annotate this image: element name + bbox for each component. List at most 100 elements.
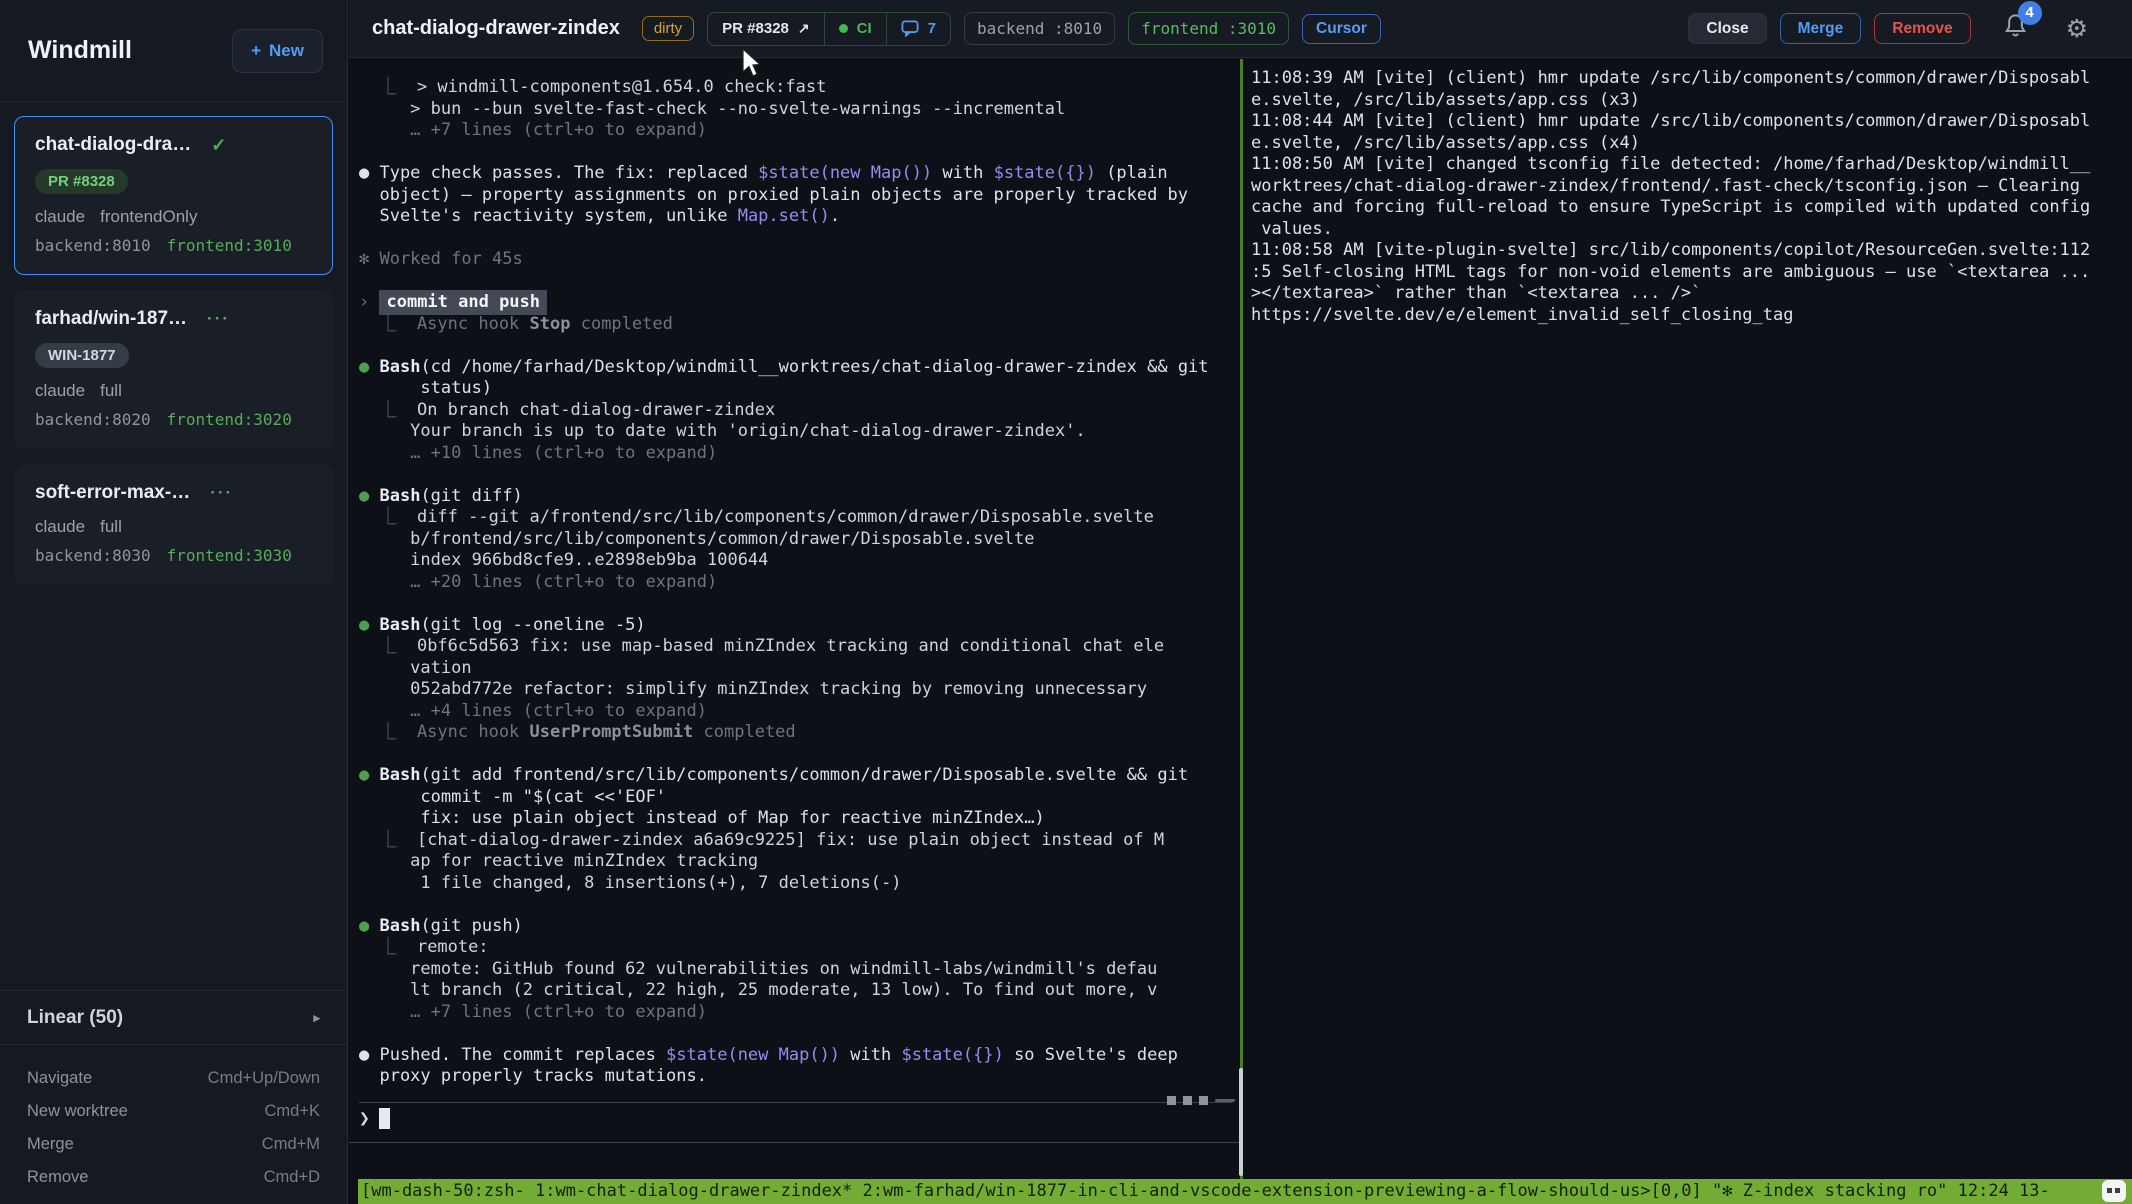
worktree-card-soft-error[interactable]: soft-error-max-… ··· claude full backend… bbox=[14, 464, 333, 585]
log-line: 11:08:39 AM [vite] (client) hmr update /… bbox=[1251, 68, 2132, 90]
ellipsis-icon[interactable]: ··· bbox=[210, 483, 233, 503]
ellipsis-icon[interactable]: ··· bbox=[207, 309, 230, 329]
pr-label: PR #8328 bbox=[722, 20, 789, 37]
plus-icon: + bbox=[251, 41, 261, 61]
notifications-button[interactable]: 4 bbox=[2002, 12, 2029, 46]
log-line: https://svelte.dev/e/element_invalid_sel… bbox=[1251, 305, 2132, 327]
frontend-port: frontend:3030 bbox=[167, 546, 292, 565]
shortcut-list: Navigate Cmd+Up/Down New worktree Cmd+K … bbox=[0, 1045, 347, 1204]
terminal-line: Svelte's reactivity system, unlike Map.s… bbox=[359, 206, 1240, 228]
terminal-line: Your branch is up to date with 'origin/c… bbox=[359, 421, 1240, 443]
linear-badge: WIN-1877 bbox=[35, 343, 129, 368]
terminal-line: fix: use plain object instead of Map for… bbox=[359, 808, 1240, 830]
terminal-line bbox=[359, 593, 1240, 615]
backend-port-badge[interactable]: backend :8010 bbox=[964, 12, 1115, 45]
status-bar-icon bbox=[2102, 1180, 2126, 1202]
worktree-meta: claude full bbox=[35, 381, 312, 401]
worktree-meta: claude full bbox=[35, 517, 312, 537]
linear-section-toggle[interactable]: Linear (50) ▸ bbox=[0, 990, 347, 1045]
terminal-line: ⎿ On branch chat-dialog-drawer-zindex bbox=[359, 400, 1240, 422]
sidebar-header: Windmill + New bbox=[0, 0, 347, 102]
terminal-line: proxy properly tracks mutations. bbox=[359, 1066, 1240, 1088]
linear-label: Linear (50) bbox=[27, 1007, 123, 1029]
log-line: worktrees/chat-dialog-drawer-zindex/fron… bbox=[1251, 176, 2132, 198]
pr-link-button[interactable]: PR #8328 ↗ bbox=[708, 13, 823, 45]
backend-port: backend:8010 bbox=[35, 236, 151, 255]
merge-button[interactable]: Merge bbox=[1780, 13, 1862, 44]
terminal-prompt[interactable]: ❯ bbox=[359, 1108, 390, 1129]
terminal-line bbox=[359, 142, 1240, 164]
claude-terminal-pane[interactable]: ⎿ > windmill-components@1.654.0 check:fa… bbox=[349, 59, 1240, 1204]
mode-label: frontendOnly bbox=[100, 207, 197, 227]
terminal-line: ● Pushed. The commit replaces $state(new… bbox=[359, 1045, 1240, 1067]
open-in-cursor-button[interactable]: Cursor bbox=[1302, 14, 1381, 44]
terminal-line: object) — property assignments on proxie… bbox=[359, 185, 1240, 207]
app-title: Windmill bbox=[28, 36, 132, 65]
page-title: chat-dialog-drawer-zindex bbox=[372, 17, 620, 40]
terminal-line: b/frontend/src/lib/components/common/dra… bbox=[359, 529, 1240, 551]
shortcut-keys: Cmd+D bbox=[264, 1168, 320, 1187]
terminal-line: … +20 lines (ctrl+o to expand) bbox=[359, 572, 1240, 594]
terminal-line: ⎿ > windmill-components@1.654.0 check:fa… bbox=[359, 77, 1240, 99]
terminal-line bbox=[359, 744, 1240, 766]
terminal-line: vation bbox=[359, 658, 1240, 680]
new-worktree-button[interactable]: + New bbox=[232, 29, 323, 73]
terminal-line: index 966bd8cfe9..e2898eb9ba 100644 bbox=[359, 550, 1240, 572]
dev-server-log-pane[interactable]: 11:08:39 AM [vite] (client) hmr update /… bbox=[1244, 59, 2132, 1179]
tmux-status-bar: [wm-dash-50:zsh- 1:wm-chat-dialog-drawer… bbox=[358, 1179, 2132, 1204]
terminal-line: ● Bash(git push) bbox=[359, 916, 1240, 938]
drag-handle-icon[interactable] bbox=[1167, 1096, 1208, 1105]
close-button[interactable]: Close bbox=[1688, 13, 1766, 44]
terminal-line: 1 file changed, 8 insertions(+), 7 delet… bbox=[359, 873, 1240, 895]
check-icon: ✓ bbox=[211, 135, 226, 156]
worktree-title: chat-dialog-dra… bbox=[35, 134, 191, 156]
shortcut-remove[interactable]: Remove Cmd+D bbox=[27, 1161, 320, 1194]
gear-icon[interactable]: ⚙ bbox=[2066, 14, 2088, 43]
pr-comments-button[interactable]: 7 bbox=[886, 13, 950, 45]
pr-status-group: PR #8328 ↗ CI 7 bbox=[707, 12, 951, 46]
terminal-line: … +4 lines (ctrl+o to expand) bbox=[359, 701, 1240, 723]
mode-label: full bbox=[100, 381, 122, 401]
agent-label: claude bbox=[35, 517, 85, 537]
shortcut-navigate[interactable]: Navigate Cmd+Up/Down bbox=[27, 1062, 320, 1095]
worktree-card-farhad-win[interactable]: farhad/win-187… ··· WIN-1877 claude full… bbox=[14, 290, 333, 449]
terminal-line: ⎿ [chat-dialog-drawer-zindex a6a69c9225]… bbox=[359, 830, 1240, 852]
log-line: values. bbox=[1251, 219, 2132, 241]
frontend-port-badge[interactable]: frontend :3010 bbox=[1128, 12, 1289, 45]
worktree-ports: backend:8010 frontend:3010 bbox=[35, 236, 312, 255]
terminal-line: status) bbox=[359, 378, 1240, 400]
shortcut-keys: Cmd+Up/Down bbox=[208, 1069, 320, 1088]
terminal-line bbox=[359, 228, 1240, 250]
remove-button[interactable]: Remove bbox=[1874, 13, 1970, 44]
text-cursor bbox=[379, 1108, 390, 1129]
shortcut-label: New worktree bbox=[27, 1102, 128, 1121]
log-line: 11:08:44 AM [vite] (client) hmr update /… bbox=[1251, 111, 2132, 133]
new-button-label: New bbox=[269, 41, 304, 61]
worktree-list: chat-dialog-dra… ✓ PR #8328 claude front… bbox=[0, 102, 347, 599]
terminal-separator bbox=[359, 1102, 1232, 1103]
ci-status-dot bbox=[839, 24, 848, 33]
scrollbar-thumb[interactable] bbox=[1239, 1068, 1243, 1176]
terminal-line: ⎿ diff --git a/frontend/src/lib/componen… bbox=[359, 507, 1240, 529]
log-line: :5 Self-closing HTML tags for non-void e… bbox=[1251, 262, 2132, 284]
backend-port: backend:8020 bbox=[35, 410, 151, 429]
terminal-line bbox=[359, 464, 1240, 486]
notification-count-badge: 4 bbox=[2018, 1, 2042, 25]
separator-dash bbox=[1215, 1099, 1235, 1102]
terminal-line: … +7 lines (ctrl+o to expand) bbox=[359, 120, 1240, 142]
ci-label: CI bbox=[857, 20, 872, 37]
terminal-line: ⎿ Async hook UserPromptSubmit completed bbox=[359, 722, 1240, 744]
shortcut-new-worktree[interactable]: New worktree Cmd+K bbox=[27, 1095, 320, 1128]
shortcut-merge[interactable]: Merge Cmd+M bbox=[27, 1128, 320, 1161]
log-line: 11:08:58 AM [vite-plugin-svelte] src/lib… bbox=[1251, 240, 2132, 262]
sidebar: Windmill + New chat-dialog-dra… ✓ PR #83… bbox=[0, 0, 348, 1204]
dirty-badge: dirty bbox=[642, 16, 694, 41]
terminal-line: ⎿ remote: bbox=[359, 937, 1240, 959]
prompt-separator bbox=[349, 1142, 1240, 1143]
terminal-line: ✻ Worked for 45s bbox=[359, 249, 1240, 271]
pane-divider[interactable] bbox=[1240, 59, 1243, 1179]
terminal-line: … +7 lines (ctrl+o to expand) bbox=[359, 1002, 1240, 1024]
ci-status-button[interactable]: CI bbox=[824, 13, 886, 45]
log-line: e.svelte, /src/lib/assets/app.css (x4) bbox=[1251, 133, 2132, 155]
worktree-card-chat-dialog[interactable]: chat-dialog-dra… ✓ PR #8328 claude front… bbox=[14, 116, 333, 275]
